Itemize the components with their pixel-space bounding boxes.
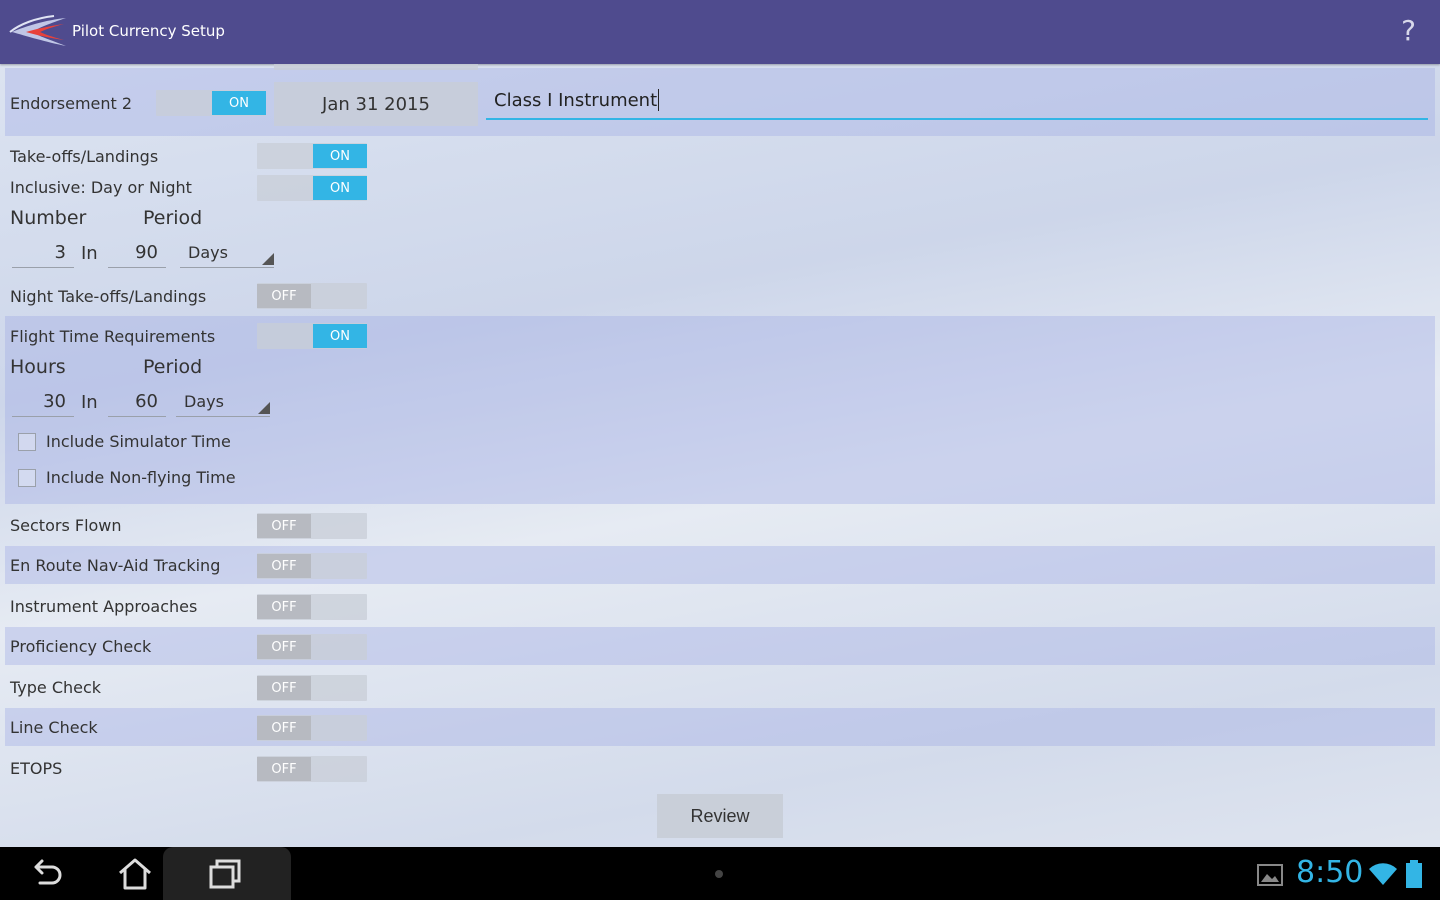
endorsement-toggle[interactable]: ON	[156, 90, 266, 116]
navaid-label: En Route Nav-Aid Tracking	[10, 556, 221, 575]
navaid-toggle-state: OFF	[257, 554, 311, 578]
takeoffs-unit-spinner[interactable]: Days	[180, 238, 274, 268]
status-time: 8:50	[1296, 855, 1364, 890]
proficiency-toggle[interactable]: OFF	[257, 634, 367, 660]
type-check-label: Type Check	[10, 678, 102, 697]
flight-time-toggle[interactable]: ON	[257, 323, 367, 349]
proficiency-toggle-state: OFF	[257, 635, 311, 659]
line-check-toggle-state: OFF	[257, 716, 311, 740]
type-check-toggle[interactable]: OFF	[257, 675, 367, 701]
takeoffs-number-input[interactable]: 3	[12, 238, 74, 268]
action-bar: Pilot Currency Setup ?	[0, 0, 1440, 64]
endorsement-name-value: Class I Instrument	[494, 89, 658, 111]
settings-list: Endorsement 2 ON Jan 31 2015 Class I Ins…	[0, 64, 1440, 847]
include-nonflying-checkbox[interactable]	[18, 468, 36, 487]
sectors-label: Sectors Flown	[10, 516, 122, 535]
line-check-band	[5, 708, 1435, 746]
endorsement-name-input[interactable]: Class I Instrument	[486, 82, 1428, 120]
home-icon[interactable]	[116, 855, 154, 893]
date-button-top	[274, 64, 478, 70]
flight-in-label: In	[81, 392, 98, 413]
text-caret	[658, 89, 660, 111]
dropdown-arrow-icon	[258, 402, 270, 414]
night-toggle[interactable]: OFF	[257, 283, 367, 309]
takeoffs-period-input[interactable]: 90	[108, 238, 166, 268]
approaches-label: Instrument Approaches	[10, 597, 198, 616]
inclusive-toggle[interactable]: ON	[257, 175, 367, 201]
include-nonflying-checkbox-row[interactable]: Include Non-flying Time	[18, 468, 236, 487]
etops-label: ETOPS	[10, 759, 63, 778]
etops-toggle[interactable]: OFF	[257, 756, 367, 782]
takeoffs-unit-value: Days	[188, 243, 228, 262]
takeoffs-in-label: In	[81, 243, 98, 264]
screenshot-notification-icon	[1257, 864, 1283, 886]
include-sim-checkbox[interactable]	[18, 432, 36, 451]
flight-unit-spinner[interactable]: Days	[176, 387, 270, 417]
night-label: Night Take-offs/Landings	[10, 287, 207, 306]
recents-icon[interactable]	[206, 855, 244, 893]
include-sim-label: Include Simulator Time	[46, 432, 231, 451]
proficiency-band	[5, 627, 1435, 665]
period-header: Period	[143, 207, 203, 229]
number-header: Number	[10, 207, 87, 229]
sectors-toggle-state: OFF	[257, 514, 311, 538]
sectors-toggle[interactable]: OFF	[257, 513, 367, 539]
endorsement-date-button[interactable]: Jan 31 2015	[274, 82, 478, 126]
approaches-toggle[interactable]: OFF	[257, 594, 367, 620]
app-logo-icon[interactable]	[6, 10, 68, 54]
approaches-toggle-state: OFF	[257, 595, 311, 619]
back-icon[interactable]	[28, 855, 66, 893]
endorsement-date: Jan 31 2015	[322, 93, 430, 115]
line-check-label: Line Check	[10, 718, 98, 737]
app-title: Pilot Currency Setup	[72, 22, 225, 40]
review-button[interactable]: Review	[657, 794, 783, 838]
hours-header: Hours	[10, 356, 66, 378]
line-check-toggle[interactable]: OFF	[257, 715, 367, 741]
endorsement-toggle-state: ON	[212, 91, 266, 115]
battery-icon	[1406, 860, 1422, 888]
takeoffs-toggle[interactable]: ON	[257, 143, 367, 169]
include-nonflying-label: Include Non-flying Time	[46, 468, 236, 487]
wifi-icon	[1369, 863, 1397, 885]
help-icon[interactable]: ?	[1401, 14, 1416, 47]
night-toggle-state: OFF	[257, 284, 311, 308]
takeoffs-toggle-state: ON	[313, 144, 367, 168]
flight-hours-input[interactable]: 30	[12, 387, 74, 417]
flight-unit-value: Days	[184, 392, 224, 411]
flight-period-header: Period	[143, 356, 203, 378]
system-nav-bar: 8:50	[0, 847, 1440, 900]
flight-period-input[interactable]: 60	[108, 387, 166, 417]
flight-time-toggle-state: ON	[313, 324, 367, 348]
endorsement-label: Endorsement 2	[10, 94, 133, 113]
dropdown-arrow-icon	[262, 253, 274, 265]
proficiency-label: Proficiency Check	[10, 637, 152, 656]
type-check-toggle-state: OFF	[257, 676, 311, 700]
etops-toggle-state: OFF	[257, 757, 311, 781]
takeoffs-label: Take-offs/Landings	[10, 147, 159, 166]
flight-time-label: Flight Time Requirements	[10, 327, 216, 346]
inclusive-toggle-state: ON	[313, 176, 367, 200]
nav-dot-icon	[715, 870, 723, 878]
include-sim-checkbox-row[interactable]: Include Simulator Time	[18, 432, 231, 451]
navaid-toggle[interactable]: OFF	[257, 553, 367, 579]
inclusive-label: Inclusive: Day or Night	[10, 178, 192, 197]
